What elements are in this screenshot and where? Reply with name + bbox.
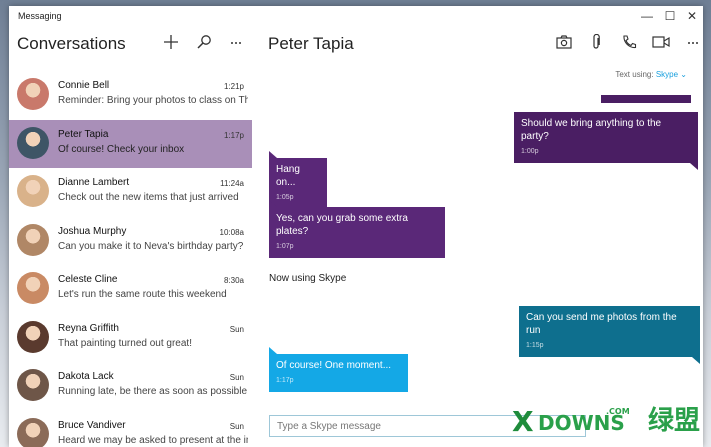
message-time: 1:15p (526, 342, 544, 349)
text-using-selector[interactable]: Text using: Skype ⌄ (615, 70, 687, 79)
plus-icon[interactable] (161, 34, 181, 54)
conversation-name: Dianne Lambert (58, 177, 130, 188)
conversation-preview: Heard we may be asked to present at the … (58, 434, 248, 446)
app-title: Messaging (18, 11, 62, 21)
conversation-item[interactable]: Connie Bell 1:21p Reminder: Bring your pho… (9, 71, 252, 120)
title-bar: Messaging — ☐ ✕ (9, 6, 703, 26)
bubble-tail (269, 151, 277, 158)
conversation-time: 1:17p (223, 130, 244, 140)
conversation-name: Bruce Vandiver (58, 419, 126, 431)
text-service[interactable]: Skype ⌄ (656, 70, 687, 79)
message-time: 1:17p (276, 377, 294, 384)
conversation-preview: Can you make it to Neva's birthday party… (58, 240, 244, 252)
messaging-window: Messaging — ☐ ✕ Conversations Connie Bel… (9, 6, 703, 447)
conversation-preview: That painting turned out great! (58, 337, 192, 349)
watermark-cn: 绿盟 (648, 406, 701, 436)
conversation-item[interactable]: Joshua Murphy 10:08a Can you make it to Ne… (9, 217, 252, 266)
conversation-time: Sun (229, 324, 244, 334)
watermark-x: X (512, 405, 534, 438)
more-icon[interactable] (226, 34, 246, 54)
conversation-time: Sun (229, 421, 244, 431)
conversation-name: Dakota Lack (58, 371, 114, 382)
conversation-time: 8:30a (223, 276, 244, 285)
watermark-logo: X DOWNS .COM 绿盟 (512, 405, 704, 439)
conversation-name: Connie Bell (58, 80, 110, 91)
more-icon[interactable] (682, 34, 703, 54)
conversation-preview: Reminder: Bring your photos to class on … (58, 95, 248, 106)
conversation-time: 1:21p (223, 82, 244, 91)
conversation-list: Connie Bell 1:21p Reminder: Bring your pho… (9, 71, 252, 447)
message-time: 1:05p (276, 194, 294, 201)
conversation-time: Sun (229, 373, 244, 382)
conversation-time: 11:24a (220, 179, 244, 188)
message-text: Of course! One moment... (276, 360, 392, 371)
conversation-time: 10:08a (219, 227, 244, 237)
message-text: Should we bring anything to the party? (521, 118, 662, 142)
conversation-name: Reyna Griffith (58, 322, 119, 334)
conversation-name: Peter Tapia (58, 128, 109, 140)
attach-icon[interactable] (585, 33, 607, 54)
video-icon[interactable] (650, 34, 672, 54)
avatar (17, 369, 49, 401)
avatar (17, 272, 49, 304)
chat-pane: Peter Tapia Text using: Skype ⌄ Should w… (252, 26, 703, 447)
conversation-name: Joshua Murphy (58, 225, 127, 237)
conversation-pane: Conversations Connie Bell 1:21p Reminder: … (9, 26, 252, 447)
bubble-tail (690, 163, 698, 170)
incoming-message[interactable]: Hang on... 1:05p (269, 151, 327, 209)
message-bubble-partial (601, 95, 691, 103)
bubble-tail (692, 357, 700, 364)
conversation-item[interactable]: Bruce Vandiver Sun Heard we may be asked t… (9, 411, 252, 447)
contact-name: Peter Tapia (268, 34, 354, 53)
avatar (17, 126, 49, 159)
minimize-icon[interactable]: — (636, 8, 658, 24)
search-icon[interactable] (194, 34, 214, 54)
conversation-preview: Check out the new items that just arrive… (58, 192, 239, 203)
maximize-icon[interactable]: ☐ (659, 8, 681, 24)
bubble-tail (269, 347, 277, 354)
incoming-message[interactable]: Of course! One moment... 1:17p (269, 347, 408, 392)
conversation-item[interactable]: Peter Tapia 1:17p Of course! Check your in… (9, 119, 252, 168)
conversation-item[interactable]: Celeste Cline 8:30a Let's run the same rou… (9, 265, 252, 314)
avatar (17, 78, 49, 110)
conversation-name: Celeste Cline (58, 274, 118, 285)
message-time: 1:07p (276, 243, 294, 250)
avatar (17, 175, 49, 207)
message-text: Hang on... (276, 164, 300, 188)
incoming-message[interactable]: Yes, can you grab some extra plates? 1:07… (269, 200, 445, 258)
avatar (17, 223, 49, 256)
outgoing-message[interactable]: Can you send me photos from the run 1:15p (519, 306, 700, 364)
conversation-preview: Running late, be there as soon as possib… (58, 386, 248, 397)
service-notice: Now using Skype (269, 273, 347, 284)
conversations-title: Conversations (17, 34, 126, 53)
bubble-tail (269, 200, 277, 207)
close-icon[interactable]: ✕ (681, 8, 703, 24)
message-text: Yes, can you grab some extra plates? (276, 213, 408, 237)
avatar (17, 417, 49, 447)
camera-icon[interactable] (553, 34, 575, 54)
outgoing-message[interactable]: Should we bring anything to the party? 1:… (514, 112, 698, 170)
avatar (17, 320, 49, 353)
conversation-item[interactable]: Dakota Lack Sun Running late, be there as … (9, 362, 252, 411)
text-using-label: Text using: (615, 70, 654, 79)
watermark-com: .COM (606, 407, 630, 416)
conversation-preview: Of course! Check your inbox (58, 143, 185, 155)
phone-icon[interactable] (618, 34, 640, 54)
message-time: 1:00p (521, 148, 539, 155)
message-text: Can you send me photos from the run (526, 312, 677, 336)
conversation-preview: Let's run the same route this weekend (58, 289, 227, 300)
conversation-item[interactable]: Dianne Lambert 11:24a Check out the new it… (9, 168, 252, 217)
conversation-item[interactable]: Reyna Griffith Sun That painting turned ou… (9, 314, 252, 363)
